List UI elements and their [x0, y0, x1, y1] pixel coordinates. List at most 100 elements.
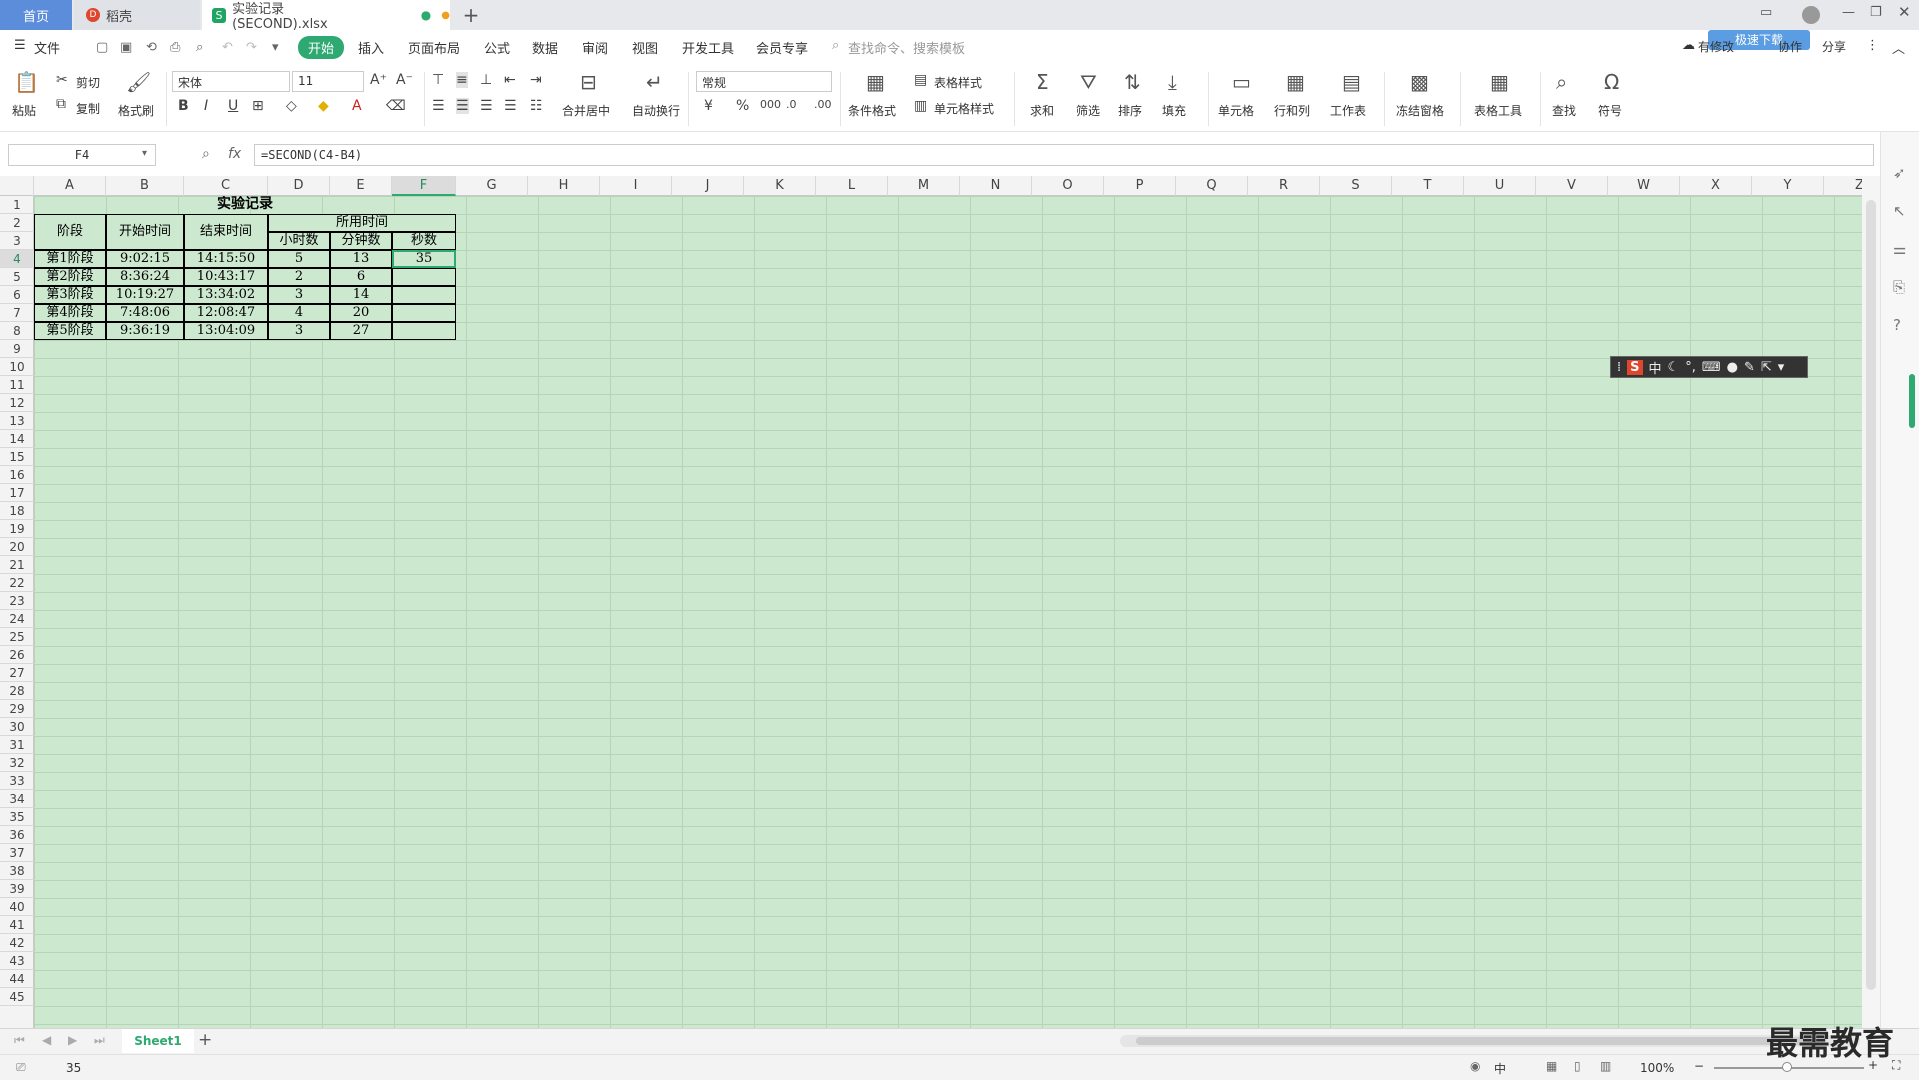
zoom-formula-icon[interactable]: ⌕ — [202, 146, 210, 162]
modified-status[interactable]: 有修改 — [1698, 38, 1734, 55]
column-header[interactable]: G — [456, 176, 528, 196]
font-size-select[interactable]: 11 — [292, 71, 364, 92]
last-sheet-icon[interactable]: ⏭ — [94, 1033, 105, 1048]
table-cell[interactable]: 3 — [268, 322, 330, 340]
table-cell[interactable]: 13 — [330, 250, 392, 268]
row-header[interactable]: 33 — [0, 772, 34, 790]
table-cell[interactable]: 3 — [268, 286, 330, 304]
symbol-button[interactable]: 符号 — [1598, 102, 1622, 119]
active-cell[interactable]: 35 — [392, 250, 456, 268]
table-cell[interactable]: 9:02:15 — [106, 250, 184, 268]
formula-input[interactable]: =SECOND(C4-B4) — [254, 144, 1874, 166]
column-header[interactable]: W — [1608, 176, 1680, 196]
header-end-time[interactable]: 结束时间 — [184, 214, 268, 250]
cell-shade-icon[interactable]: ◇ — [286, 98, 297, 114]
print-icon[interactable]: ⎙ — [170, 40, 180, 55]
user-icon[interactable]: ● — [1727, 360, 1738, 375]
menu-member[interactable]: 会员专享 — [756, 38, 808, 57]
menu-file[interactable]: 文件 — [34, 38, 60, 57]
column-header[interactable]: V — [1536, 176, 1608, 196]
column-header[interactable]: P — [1104, 176, 1176, 196]
row-header[interactable]: 30 — [0, 718, 34, 736]
column-header[interactable]: Q — [1176, 176, 1248, 196]
h-scroll-thumb[interactable] — [1136, 1037, 1826, 1045]
row-header[interactable]: 45 — [0, 988, 34, 1006]
table-cell[interactable] — [392, 268, 456, 286]
column-header[interactable]: U — [1464, 176, 1536, 196]
table-cell[interactable]: 12:08:47 — [184, 304, 268, 322]
underline-icon[interactable]: U — [228, 98, 238, 114]
horizontal-scrollbar[interactable] — [1120, 1035, 1860, 1047]
row-header[interactable]: 25 — [0, 628, 34, 646]
cell-style-button[interactable]: 单元格样式 — [934, 100, 994, 117]
decrease-indent-icon[interactable]: ⇤ — [504, 72, 516, 88]
increase-indent-icon[interactable]: ⇥ — [530, 72, 542, 88]
decrease-decimal-icon[interactable]: .00 — [814, 98, 832, 111]
copy-button[interactable]: 复制 — [76, 100, 100, 117]
table-cell[interactable] — [392, 322, 456, 340]
align-center-icon[interactable]: ☰ — [456, 98, 469, 114]
menu-view[interactable]: 视图 — [632, 38, 658, 57]
currency-icon[interactable]: ¥ — [704, 98, 713, 114]
merge-center-button[interactable]: 合并居中 — [562, 102, 610, 119]
row-header[interactable]: 2 — [0, 214, 34, 232]
row-header[interactable]: 14 — [0, 430, 34, 448]
column-header[interactable]: E — [330, 176, 392, 196]
row-header[interactable]: 3 — [0, 232, 34, 250]
collab-button[interactable]: 协作 — [1778, 38, 1802, 55]
sum-button[interactable]: 求和 — [1030, 102, 1054, 119]
header-start-time[interactable]: 开始时间 — [106, 214, 184, 250]
zoom-level[interactable]: 100% — [1640, 1061, 1674, 1075]
new-doc-icon[interactable]: ▢ — [96, 40, 108, 55]
save-icon[interactable]: ▣ — [120, 40, 132, 55]
row-header[interactable]: 42 — [0, 934, 34, 952]
row-header[interactable]: 17 — [0, 484, 34, 502]
column-header[interactable]: O — [1032, 176, 1104, 196]
keyboard-icon[interactable]: ⌨ — [1702, 360, 1721, 375]
row-header[interactable]: 6 — [0, 286, 34, 304]
command-search[interactable]: 查找命令、搜索模板 — [848, 38, 965, 57]
increase-decimal-icon[interactable]: .0 — [786, 98, 797, 111]
column-header[interactable]: T — [1392, 176, 1464, 196]
collapse-ribbon-icon[interactable]: ︿ — [1892, 38, 1905, 57]
table-cell[interactable]: 20 — [330, 304, 392, 322]
column-header[interactable]: N — [960, 176, 1032, 196]
window-layout-icon[interactable]: ▭ — [1760, 5, 1772, 20]
row-header[interactable]: 37 — [0, 844, 34, 862]
punctuation-icon[interactable]: °, — [1685, 360, 1696, 375]
row-header[interactable]: 31 — [0, 736, 34, 754]
scroll-thumb[interactable] — [1866, 200, 1876, 990]
row-header[interactable]: 18 — [0, 502, 34, 520]
name-box[interactable]: F4 — [8, 144, 156, 166]
table-cell[interactable]: 13:34:02 — [184, 286, 268, 304]
font-family-select[interactable]: 宋体 — [172, 71, 290, 92]
restore-icon[interactable]: ❐ — [1870, 5, 1882, 20]
row-header[interactable]: 10 — [0, 358, 34, 376]
table-cell[interactable]: 6 — [330, 268, 392, 286]
row-header[interactable]: 16 — [0, 466, 34, 484]
table-cell[interactable]: 4 — [268, 304, 330, 322]
column-header[interactable]: J — [672, 176, 744, 196]
paste-icon[interactable]: 📋 — [14, 70, 39, 94]
fx-label[interactable]: fx — [228, 146, 241, 162]
row-header[interactable]: 22 — [0, 574, 34, 592]
clear-format-icon[interactable]: ⌫ — [386, 98, 406, 114]
hamburger-icon[interactable]: ☰ — [14, 38, 26, 53]
row-header[interactable]: 36 — [0, 826, 34, 844]
font-color-icon[interactable]: A — [352, 98, 362, 114]
conditional-format-button[interactable]: 条件格式 — [848, 102, 896, 119]
cloud-sync-icon[interactable]: ⟲ — [146, 40, 157, 55]
increase-font-icon[interactable]: A⁺ — [370, 72, 387, 88]
row-header[interactable]: 20 — [0, 538, 34, 556]
row-header[interactable]: 19 — [0, 520, 34, 538]
worksheet-button[interactable]: 工作表 — [1330, 102, 1366, 119]
header-stage[interactable]: 阶段 — [34, 214, 106, 250]
settings-sliders-icon[interactable]: ⚌ — [1893, 240, 1906, 258]
row-header[interactable]: 26 — [0, 646, 34, 664]
moon-icon[interactable]: ☾ — [1668, 360, 1680, 375]
new-tab-button[interactable]: + — [456, 0, 486, 30]
column-header[interactable]: B — [106, 176, 184, 196]
page-layout-view-icon[interactable]: ▯ — [1574, 1059, 1581, 1073]
sheet-tab-sheet1[interactable]: Sheet1 — [122, 1029, 194, 1053]
row-header[interactable]: 7 — [0, 304, 34, 322]
